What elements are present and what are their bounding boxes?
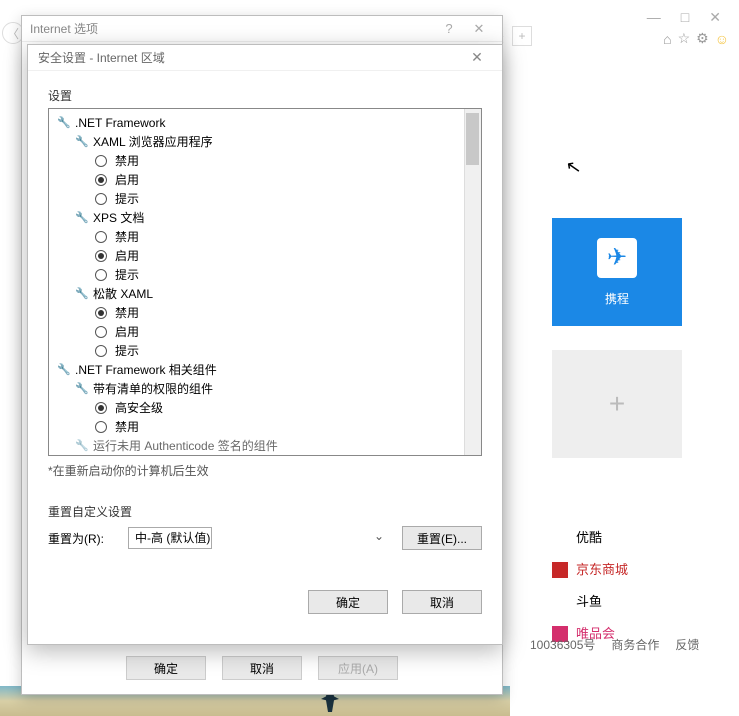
window-close[interactable]: ✕ (709, 9, 721, 26)
tree-node-loose-xaml[interactable]: 🔧松散 XAML (55, 284, 475, 303)
settings-group-label: 设置 (48, 87, 482, 104)
footer-feedback[interactable]: 反馈 (675, 636, 699, 653)
cancel-button[interactable]: 取消 (402, 590, 482, 614)
cancel-button[interactable]: 取消 (222, 656, 302, 680)
ok-button[interactable]: 确定 (308, 590, 388, 614)
close-button[interactable]: ✕ (464, 21, 494, 37)
footer-icp[interactable]: 10036305号 (530, 636, 595, 653)
dialog-title: 安全设置 - Internet 区域 (38, 49, 165, 66)
help-button[interactable]: ? (434, 21, 464, 36)
radio-enable[interactable]: 启用 (55, 246, 475, 265)
gear-icon: 🔧 (75, 287, 89, 301)
link-youku[interactable]: 优酷 (552, 522, 628, 554)
reset-to-label: 重置为(R): (48, 530, 118, 547)
radio-enable[interactable]: 启用 (55, 170, 475, 189)
tree-node-xaml-browser[interactable]: 🔧XAML 浏览器应用程序 (55, 132, 475, 151)
speed-dial-add[interactable]: + (552, 350, 682, 458)
settings-tree[interactable]: 🔧.NET Framework 🔧XAML 浏览器应用程序 禁用 启用 提示 🔧… (48, 108, 482, 456)
footer-biz[interactable]: 商务合作 (611, 636, 659, 653)
dialog-title: Internet 选项 (30, 20, 98, 37)
reset-group-label: 重置自定义设置 (48, 503, 482, 520)
side-link-list: 优酷 京东商城 斗鱼 唯品会 (552, 522, 628, 650)
tile-label: 携程 (605, 290, 629, 307)
reset-level-select[interactable]: 中-高 (默认值) (128, 527, 212, 549)
apply-button: 应用(A) (318, 656, 398, 680)
radio-disable[interactable]: 禁用 (55, 417, 475, 436)
speed-dial-ctrip[interactable]: ✈ 携程 (552, 218, 682, 326)
close-button[interactable]: ✕ (462, 49, 492, 66)
ok-button[interactable]: 确定 (126, 656, 206, 680)
gear-icon: 🔧 (75, 439, 89, 453)
smiley-icon[interactable]: ☺ (715, 31, 729, 47)
tree-node-authenticode[interactable]: 🔧运行未用 Authenticode 签名的组件 (55, 436, 475, 455)
gear-icon: 🔧 (75, 382, 89, 396)
restart-note: *在重新启动你的计算机后生效 (48, 462, 482, 479)
gear-icon: 🔧 (57, 363, 71, 377)
reset-button[interactable]: 重置(E)... (402, 526, 482, 550)
tree-node-xps[interactable]: 🔧XPS 文档 (55, 208, 475, 227)
gear-icon: 🔧 (75, 135, 89, 149)
tree-node-dotnet-related[interactable]: 🔧.NET Framework 相关组件 (55, 360, 475, 379)
scrollbar[interactable] (464, 109, 481, 455)
tree-node-manifest-perm[interactable]: 🔧带有清单的权限的组件 (55, 379, 475, 398)
radio-high-security[interactable]: 高安全级 (55, 398, 475, 417)
tree-node-dotnet[interactable]: 🔧.NET Framework (55, 113, 475, 132)
radio-prompt[interactable]: 提示 (55, 189, 475, 208)
settings-icon[interactable]: ⚙ (696, 30, 709, 47)
star-icon[interactable]: ☆ (678, 30, 691, 47)
link-jd[interactable]: 京东商城 (552, 554, 628, 586)
new-tab-button[interactable]: + (512, 26, 532, 46)
radio-disable[interactable]: 禁用 (55, 303, 475, 322)
window-minimize[interactable]: — (647, 9, 661, 25)
link-douyu[interactable]: 斗鱼 (552, 586, 628, 618)
mouse-cursor-icon: ↖ (564, 156, 583, 179)
home-icon[interactable]: ⌂ (663, 31, 671, 47)
radio-prompt[interactable]: 提示 (55, 341, 475, 360)
radio-enable[interactable]: 启用 (55, 322, 475, 341)
radio-prompt[interactable]: 提示 (55, 265, 475, 284)
radio-disable[interactable]: 禁用 (55, 151, 475, 170)
radio-disable[interactable]: 禁用 (55, 227, 475, 246)
ctrip-icon: ✈ (597, 238, 637, 278)
footer-info: 10036305号 商务合作 反馈 (530, 636, 699, 653)
security-settings-dialog: 安全设置 - Internet 区域 ✕ 设置 🔧.NET Framework … (27, 44, 503, 645)
scrollbar-thumb[interactable] (466, 113, 479, 165)
gear-icon: 🔧 (75, 211, 89, 225)
window-maximize[interactable]: □ (681, 9, 689, 25)
gear-icon: 🔧 (57, 116, 71, 130)
